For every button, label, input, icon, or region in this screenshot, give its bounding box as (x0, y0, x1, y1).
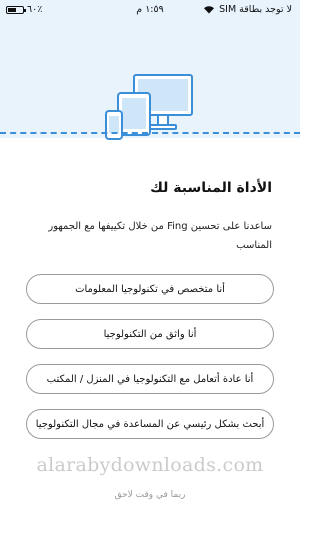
status-bar-time: ١:٥٩ م (136, 4, 164, 15)
hero-banner (0, 20, 300, 140)
status-bar: لا توجد بطاقة SIM ١:٥٩ م ٦٠٪ (0, 0, 300, 20)
battery-icon (6, 5, 26, 14)
maybe-later-link[interactable]: ربما في وقت لاحق (0, 490, 300, 500)
page-title: الأداة المناسبة لك (150, 180, 272, 196)
onboarding-panel: الأداة المناسبة لك ساعدنا على تحسين Fing… (0, 138, 300, 534)
status-bar-battery-group: ٦٠٪ (6, 4, 42, 15)
option-it-specialist-button[interactable]: أنا متخصص في تكنولوجيا المعلومات (26, 274, 274, 304)
hero-divider (0, 132, 300, 134)
page-subtitle: ساعدنا على تحسين Fing من خلال تكييفها مع… (48, 221, 272, 251)
watermark: alarabydownloads.com (36, 454, 264, 476)
option-home-office-button[interactable]: أنا عادة أتعامل مع التكنولوجيا في المنزل… (26, 364, 274, 394)
option-tech-confident-button[interactable]: أنا واثق من التكنولوجيا (26, 319, 274, 349)
battery-label: ٦٠٪ (27, 4, 43, 15)
option-seeking-help-button[interactable]: أبحث بشكل رئيسي عن المساعدة في مجال التك… (26, 409, 274, 439)
